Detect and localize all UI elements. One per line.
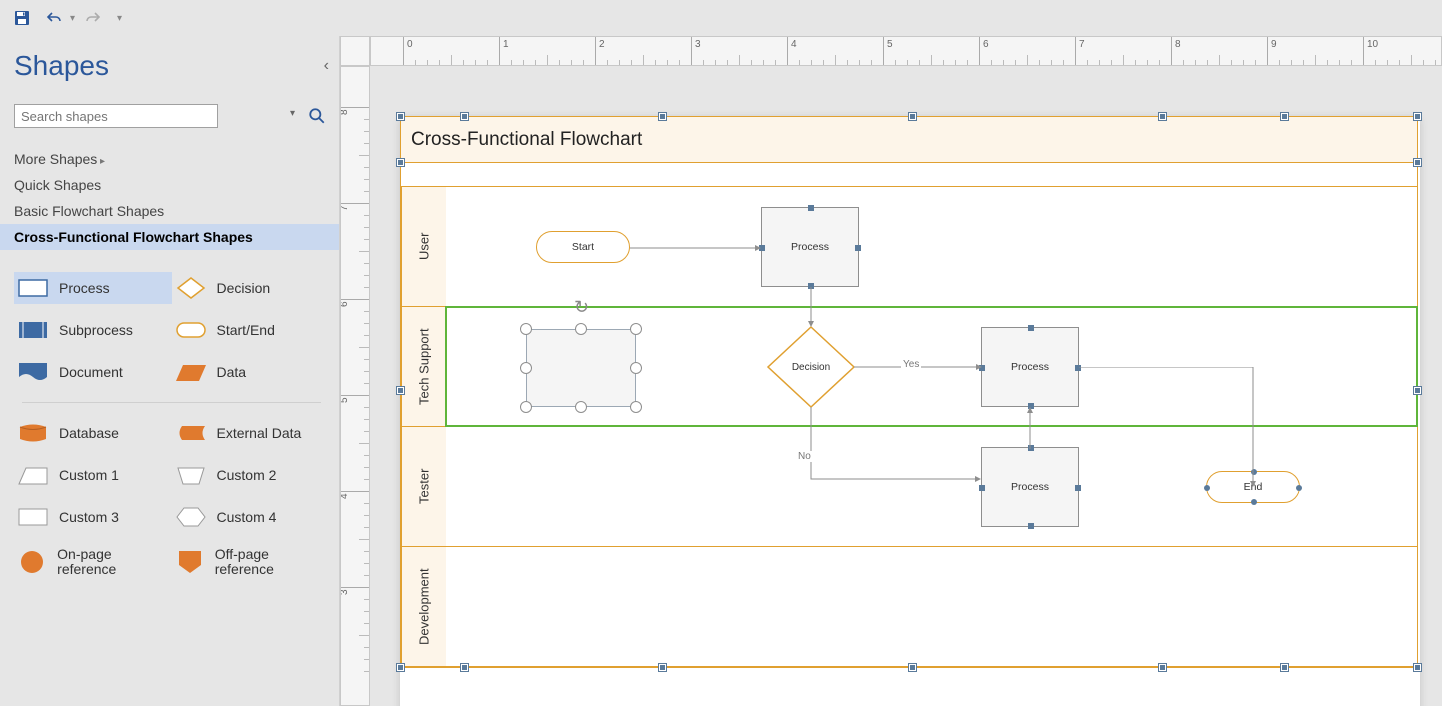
stencil-offpage-ref[interactable]: Off-page reference	[176, 547, 326, 578]
stencil-external-data[interactable]: External Data	[176, 421, 326, 445]
stencil-custom2[interactable]: Custom 2	[176, 463, 326, 487]
search-dropdown-icon[interactable]: ▾	[290, 108, 295, 119]
stencil-custom3[interactable]: Custom 3	[18, 505, 168, 529]
ruler-corner	[340, 36, 370, 66]
search-button[interactable]	[305, 104, 329, 128]
save-button[interactable]	[8, 4, 36, 32]
resize-handle[interactable]	[520, 401, 532, 413]
shape-process-1[interactable]: Process	[761, 207, 859, 287]
resize-handle[interactable]	[630, 362, 642, 374]
swimlane-title[interactable]: Cross-Functional Flowchart	[401, 117, 1417, 163]
shape-process-3[interactable]: Process	[981, 447, 1079, 527]
shape-selected-process[interactable]	[526, 329, 636, 407]
lane-label[interactable]: User	[401, 187, 446, 306]
stencil-onpage-ref[interactable]: On-page reference	[18, 547, 168, 578]
stencil-startend[interactable]: Start/End	[176, 318, 326, 342]
connector-label-no[interactable]: No	[796, 451, 813, 462]
quick-access-toolbar: ▾ ▾	[0, 0, 1442, 36]
drawing-page[interactable]: Cross-Functional Flowchart User	[400, 116, 1420, 706]
stencil-label: Data	[217, 364, 247, 380]
ruler-vertical: 876543	[340, 66, 370, 706]
ruler-horizontal: 01234567891011	[370, 36, 1442, 66]
stencil-label: Document	[59, 364, 123, 380]
swimlane-container[interactable]: Cross-Functional Flowchart User	[400, 116, 1418, 668]
shapes-panel-title: Shapes	[14, 50, 109, 82]
stencil-label: Decision	[217, 280, 271, 296]
shape-stencil-grid: Process Decision Subprocess Start/End Do…	[14, 262, 329, 592]
shape-decision[interactable]: Decision	[766, 325, 856, 409]
stencil-data[interactable]: Data	[176, 360, 326, 384]
shape-start[interactable]: Start	[536, 231, 630, 263]
resize-handle[interactable]	[630, 401, 642, 413]
stencil-label: Custom 4	[217, 509, 277, 525]
redo-button[interactable]	[79, 4, 107, 32]
rotate-handle-icon[interactable]: ↻	[574, 297, 589, 318]
stencil-custom1[interactable]: Custom 1	[18, 463, 168, 487]
stencil-label: Database	[59, 425, 119, 441]
search-input[interactable]	[14, 104, 218, 128]
stencil-label: Off-page reference	[215, 547, 325, 578]
stencil-subprocess[interactable]: Subprocess	[18, 318, 168, 342]
resize-handle[interactable]	[575, 401, 587, 413]
shapes-panel: Shapes ‹ ▾ More Shapes Quick Shapes Basi…	[0, 36, 340, 706]
lane-development[interactable]: Development	[401, 547, 1417, 667]
lane-label[interactable]: Tester	[401, 427, 446, 546]
lane-tester[interactable]: Tester Process	[401, 427, 1417, 547]
lane-label[interactable]: Tech Support	[401, 307, 446, 426]
phase-strip[interactable]	[401, 163, 1417, 187]
resize-handle[interactable]	[520, 323, 532, 335]
category-cross-functional[interactable]: Cross-Functional Flowchart Shapes	[0, 224, 339, 250]
connector-label-yes[interactable]: Yes	[901, 359, 921, 370]
resize-handle[interactable]	[575, 323, 587, 335]
stencil-label: External Data	[217, 425, 302, 441]
stencil-label: Start/End	[217, 322, 275, 338]
shape-process-2[interactable]: Process	[981, 327, 1079, 407]
stencil-label: Custom 1	[59, 467, 119, 483]
stencil-label: Process	[59, 280, 110, 296]
drawing-canvas[interactable]: 01234567891011 876543 Cross-Functional F…	[340, 36, 1442, 706]
collapse-panel-icon[interactable]: ‹	[324, 57, 329, 75]
stencil-decision[interactable]: Decision	[176, 276, 326, 300]
stencil-process[interactable]: Process	[14, 272, 172, 304]
category-basic-flowchart[interactable]: Basic Flowchart Shapes	[0, 198, 339, 224]
category-quick-shapes[interactable]: Quick Shapes	[0, 172, 339, 198]
lane-label[interactable]: Development	[401, 547, 446, 666]
stencil-label: Subprocess	[59, 322, 133, 338]
qat-customize-icon[interactable]: ▾	[117, 13, 122, 24]
stencil-database[interactable]: Database	[18, 421, 168, 445]
undo-dropdown-icon[interactable]: ▾	[70, 13, 75, 24]
stencil-label: Custom 3	[59, 509, 119, 525]
resize-handle[interactable]	[520, 362, 532, 374]
stencil-custom4[interactable]: Custom 4	[176, 505, 326, 529]
stencil-document[interactable]: Document	[18, 360, 168, 384]
undo-button[interactable]	[40, 4, 68, 32]
stencil-label: Custom 2	[217, 467, 277, 483]
lane-user[interactable]: User Start Process	[401, 187, 1417, 307]
category-more-shapes[interactable]: More Shapes	[0, 146, 339, 172]
resize-handle[interactable]	[630, 323, 642, 335]
stencil-label: On-page reference	[57, 547, 167, 578]
